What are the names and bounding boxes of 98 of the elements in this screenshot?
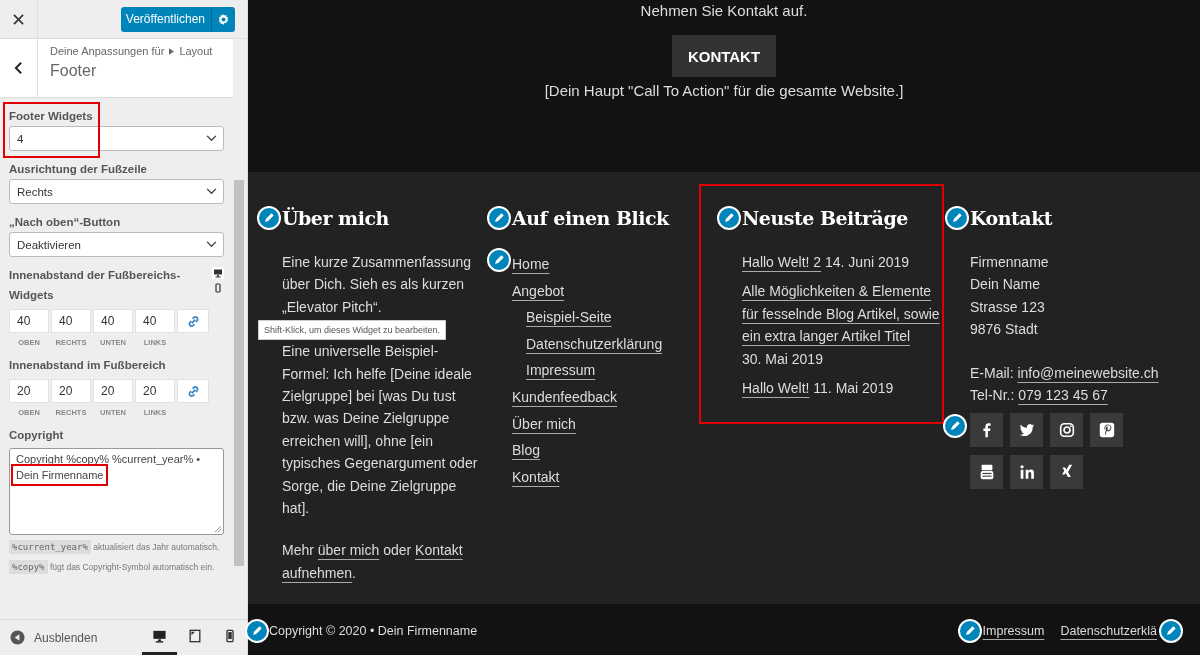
email-label: E-Mail: [970,365,1014,382]
settings-icon [217,12,230,26]
cta-heading: Nehmen Sie Kontakt auf. [640,2,808,19]
edit-icon[interactable] [957,618,982,643]
number-field[interactable]: 20 [135,379,175,403]
edit-icon[interactable] [487,248,511,272]
tooltip: Shift-Klick, um dieses Widget zu bearbeiten. [258,320,447,341]
post-link[interactable]: Hallo Welt! 2 [742,251,822,274]
contact-line: 9876 Stadt [970,319,1039,339]
select-field[interactable]: Rechts [9,179,224,204]
menu-link[interactable]: Kundenfeedback [512,388,618,405]
desktop-icon [152,628,167,644]
menu-link[interactable]: Über mich [512,415,576,432]
xing-icon[interactable] [1050,454,1083,489]
footer-link[interactable]: Datenschutzerklä [1060,623,1157,638]
chevron-down-icon [206,241,217,248]
phone-link[interactable]: 079 123 45 67 [1018,387,1108,404]
edit-icon[interactable] [945,206,969,230]
instagram-icon[interactable] [1050,412,1083,447]
number-field[interactable]: 40 [9,309,49,333]
number-field[interactable]: 20 [51,379,91,403]
collapse-button[interactable]: Ausblenden [0,630,98,645]
paragraph: Eine kurze Zusammenfassung über Dich. Sieh es als kurzen „Elevator Pitch“. [282,253,473,317]
contact-line: Dein Name [970,275,1042,295]
link-values-button[interactable] [177,309,209,333]
select-field[interactable]: 4 [9,126,224,151]
chain-icon [186,384,200,398]
footer-link[interactable]: Impressum [982,623,1045,638]
control-label: „Nach oben“-Button [9,215,122,230]
cta-text: [Dein Haupt "Call To Action" für die gesamte Website.] [544,82,904,99]
control-label: Innenabstand der Fußbereichs-Widgets [9,268,182,303]
panel-title: Footer [50,62,98,80]
triangle-right-icon [169,47,175,55]
post-link[interactable]: Alle Möglichkeiten & Elemente für fesselnde Blog Artikel, sowie ein extra langer Artikel Titel [742,280,942,348]
paragraph: Mehr über mich oder Kontakt aufnehmen. [282,541,464,583]
post-entry: Hallo Welt! 11. Mai 2019 [742,377,942,400]
edit-icon[interactable] [1159,618,1183,643]
edit-icon[interactable] [717,206,741,230]
email-link[interactable]: info@meinewebsite.ch [1017,365,1159,382]
post-link[interactable]: Hallo Welt! [742,377,810,400]
pinterest-icon[interactable] [1090,412,1123,447]
resize-handle-icon[interactable] [214,525,222,533]
phone-label: Tel-Nr.: [970,387,1015,404]
menu-link[interactable]: Beispiel-Seite [526,309,612,326]
widget-title: Kontakt [970,207,1053,229]
widget-title: Auf einen Blick [512,207,669,229]
chevron-down-icon [206,135,217,142]
contact-line: Firmenname [970,253,1050,272]
menu-link[interactable]: Home [512,256,550,272]
select-field[interactable]: Deaktivieren [9,232,224,257]
chevron-down-icon [206,188,217,195]
paragraph: Eine universelle Beispiel-Formel: Ich helfe [Deine ideale Zielgruppe] bei [was Du tust bzw. was Deine Zielgruppe erreichen will], ohne [ein typisches Gegenargument oder Sorge, die Deine Zielgruppe hat]. [282,342,478,519]
menu-link[interactable]: Kontakt [512,468,560,485]
edit-icon[interactable] [257,206,281,230]
breadcrumb-section: Layout [179,45,213,57]
desktop-icon[interactable] [212,267,224,279]
twitter-icon[interactable] [1010,412,1043,447]
contact-button[interactable]: KONTAKT [671,35,777,77]
menu-link[interactable]: Impressum [526,362,596,379]
post-entry: Alle Möglichkeiten & Elemente für fesselnde Blog Artikel, sowie ein extra langer Artikel Titel 30. Mai 2019 [742,280,942,371]
number-field[interactable]: 40 [51,309,91,333]
control-label: Copyright [9,428,65,443]
number-field[interactable]: 40 [135,309,175,333]
close-icon [13,13,24,25]
edit-icon[interactable] [245,618,269,643]
publish-button[interactable]: Veröffentlichen [120,6,211,32]
text-link[interactable]: aufnehmen [282,564,353,581]
tablet-icon [187,629,202,643]
number-field[interactable]: 20 [9,379,49,403]
menu-link[interactable]: Angebot [512,282,565,299]
breadcrumb-text: Deine Anpassungen für [50,45,165,57]
settings-button[interactable] [211,6,235,32]
chain-icon [186,314,200,328]
number-field[interactable]: 40 [93,309,133,333]
edit-icon[interactable] [487,206,511,230]
hint-text: %current_year% aktualisiert das Jahr automatisch. [9,539,224,555]
edit-icon[interactable] [943,413,967,438]
mobile-icon[interactable] [212,282,224,294]
facebook-icon[interactable] [970,412,1003,447]
post-entry: Hallo Welt! 2 14. Juni 2019 [742,251,942,274]
hint-text: %copy% fügt das Copyright-Symbol automatisch ein. [9,559,224,575]
control-label: Ausrichtung der Fußzeile [9,162,148,177]
collapse-icon [10,630,25,645]
link-values-button[interactable] [177,379,209,403]
control-label: Footer Widgets [9,109,94,124]
contact-line: Strasse 123 [970,297,1046,317]
text-link[interactable]: über mich [317,542,380,559]
menu-link[interactable]: Datenschutzerklärung [526,335,663,352]
copyright-text: Copyright © 2020 • Dein Firmenname [269,623,478,638]
number-field[interactable]: 20 [93,379,133,403]
text-link[interactable]: Kontakt [415,542,463,559]
widget-title: Neuste Beiträge [742,207,908,229]
widget-title: Über mich [282,207,389,229]
menu-link[interactable]: Blog [512,442,541,459]
copyright-text-field[interactable]: Copyright %copy% %current_year% • Dein Firmenname [9,448,224,535]
control-label: Innenabstand im Fußbereich [9,358,167,373]
chevron-left-icon [14,61,23,75]
linkedin-icon[interactable] [1010,454,1043,489]
